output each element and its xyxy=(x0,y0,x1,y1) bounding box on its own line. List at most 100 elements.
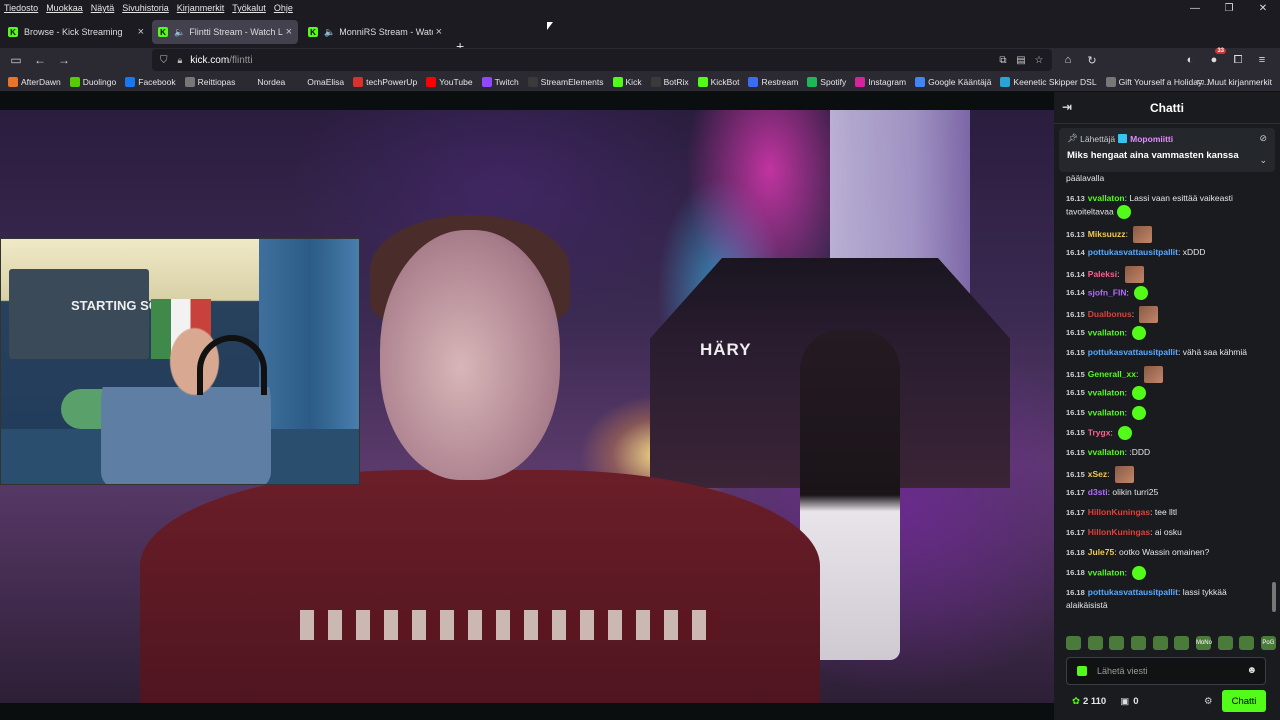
message-username[interactable]: sjofn_FIN xyxy=(1088,287,1127,297)
message-username[interactable]: pottukasvattausitpallit xyxy=(1088,347,1178,357)
forward-icon[interactable]: → xyxy=(52,48,76,72)
message-username[interactable]: HillonKuningas xyxy=(1088,527,1150,537)
message-username[interactable]: Miksuuzz xyxy=(1088,229,1126,239)
menu-item[interactable]: Muokkaa xyxy=(46,3,83,13)
menu-item[interactable]: Näytä xyxy=(91,3,115,13)
bookmark-item[interactable]: techPowerUp xyxy=(353,76,417,87)
account-icon[interactable]: ◐ xyxy=(1178,54,1202,66)
bookmark-item[interactable]: OmaElisa xyxy=(294,76,344,87)
message-username[interactable]: vvallaton xyxy=(1088,407,1125,417)
pinned-message[interactable]: 📌︎ Lähettäjä Mopomiitti Miks hengaat ain… xyxy=(1059,128,1275,172)
message-text: tee lltl xyxy=(1154,507,1178,517)
bookmark-item[interactable]: Facebook xyxy=(125,76,176,87)
speaker-icon[interactable]: 🔈 xyxy=(174,27,185,38)
tab-flintti[interactable]: K 🔈 Flintti Stream - Watch Live on × xyxy=(152,20,298,44)
message-username[interactable]: vvallaton xyxy=(1088,327,1125,337)
bookmark-label: KickBot xyxy=(710,76,740,87)
close-tab-icon[interactable]: × xyxy=(286,26,292,38)
speaker-icon[interactable]: 🔈 xyxy=(324,27,335,38)
quick-emote-icon[interactable] xyxy=(1174,636,1190,650)
home-icon[interactable]: ⌂ xyxy=(1056,54,1080,66)
bookmark-item[interactable]: Restream xyxy=(748,76,798,87)
emoji-icon[interactable]: ☻ xyxy=(1246,665,1257,676)
bookmark-item[interactable]: StreamElements xyxy=(527,76,604,87)
bookmark-item[interactable]: Gift Yourself a Holiday... xyxy=(1105,76,1209,87)
quick-emote-icon[interactable] xyxy=(1066,636,1081,650)
chat-scrollbar[interactable] xyxy=(1272,582,1276,612)
bookmark-star-icon[interactable]: ☆ xyxy=(1030,55,1048,66)
message-username[interactable]: Dualbonus xyxy=(1088,309,1132,319)
bookmark-item[interactable]: YouTube xyxy=(426,76,473,87)
quick-emote-icon[interactable] xyxy=(1239,636,1255,650)
close-window-icon[interactable]: ✕ xyxy=(1246,0,1280,16)
chat-input-box[interactable]: ☻ xyxy=(1066,657,1266,685)
bookmark-item[interactable]: Spotify xyxy=(807,76,846,87)
quick-emote-icon[interactable] xyxy=(1109,636,1125,650)
menu-item[interactable]: Kirjanmerkit xyxy=(177,3,225,13)
message-username[interactable]: vvallaton xyxy=(1088,567,1125,577)
chevron-down-icon[interactable]: ⌄ xyxy=(1259,155,1267,166)
back-icon[interactable]: ← xyxy=(28,48,52,72)
gear-icon[interactable]: ⚙ xyxy=(1204,696,1213,707)
message-username[interactable]: Trygx xyxy=(1088,427,1111,437)
url-bar[interactable]: ⛉ 🔒︎ kick.com/flintti ⧉ ▤ ☆ xyxy=(152,49,1052,71)
pinned-user[interactable]: Mopomiitti xyxy=(1130,134,1173,144)
message-username[interactable]: Paleksi xyxy=(1088,269,1117,279)
bookmark-item[interactable]: Instagram xyxy=(855,76,906,87)
message-username[interactable]: vvallaton xyxy=(1088,447,1125,457)
message-username[interactable]: vvallaton xyxy=(1088,387,1125,397)
extension-badge-icon[interactable]: ● 33 xyxy=(1202,48,1226,66)
reader-view-icon[interactable]: ▤ xyxy=(1012,55,1030,66)
menu-item[interactable]: Sivuhistoria xyxy=(122,3,169,13)
shield-icon[interactable]: ⛉ xyxy=(160,55,168,66)
menu-item[interactable]: Ohje xyxy=(274,3,293,13)
bookmark-item[interactable]: Nordea xyxy=(244,76,285,87)
hide-pin-icon[interactable]: ⊘ xyxy=(1259,133,1267,144)
message-username[interactable]: pottukasvattausitpallit xyxy=(1088,587,1178,597)
tab-browse[interactable]: K Browse - Kick Streaming × xyxy=(2,20,150,44)
message-username[interactable]: Jule75 xyxy=(1088,547,1114,557)
tab-monnirs[interactable]: K 🔈 MonniRS Stream - Watch Li × xyxy=(302,20,448,44)
bookmark-item[interactable]: Duolingo xyxy=(69,76,116,87)
bookmark-item[interactable]: Kick xyxy=(612,76,642,87)
kicks-icon[interactable]: ✿ xyxy=(1072,696,1080,707)
extensions-icon[interactable]: ⧠ xyxy=(1226,54,1250,67)
bookmark-item[interactable]: AfterDawn xyxy=(8,76,61,87)
send-chat-button[interactable]: Chatti xyxy=(1222,690,1266,712)
message-username[interactable]: xSez xyxy=(1088,469,1107,479)
quick-emote-icon[interactable] xyxy=(1087,636,1103,650)
other-bookmarks[interactable]: ▭ Muut kirjanmerkit xyxy=(1196,76,1272,87)
menu-icon[interactable]: ≡ xyxy=(1250,54,1274,66)
reload-icon[interactable]: ↻ xyxy=(1080,54,1104,67)
quick-emote-icon[interactable] xyxy=(1217,636,1233,650)
picture-in-picture-icon[interactable]: ⧉ xyxy=(994,55,1012,66)
close-tab-icon[interactable]: × xyxy=(138,26,144,38)
minimize-icon[interactable]: — xyxy=(1178,0,1212,16)
bookmark-item[interactable]: Keenetic Skipper DSL xyxy=(1000,76,1097,87)
quick-emote-icon[interactable] xyxy=(1130,636,1146,650)
lock-icon[interactable]: 🔒︎ xyxy=(178,55,183,66)
quick-emote-icon[interactable] xyxy=(1152,636,1168,650)
menu-item[interactable]: Tiedosto xyxy=(4,3,38,13)
message-username[interactable]: vvallaton xyxy=(1088,193,1125,203)
collapse-chat-icon[interactable]: ⇥ xyxy=(1062,100,1072,114)
bookmark-item[interactable]: Reittiopas xyxy=(184,76,235,87)
message-username[interactable]: HillonKuningas xyxy=(1088,507,1150,517)
sidebar-toggle-icon[interactable]: ▭ xyxy=(4,48,28,72)
chat-input[interactable] xyxy=(1097,666,1237,676)
message-username[interactable]: pottukasvattausitpallit xyxy=(1088,247,1178,257)
bookmark-item[interactable]: Google Kääntäjä xyxy=(915,76,991,87)
bookmark-item[interactable]: BotRix xyxy=(650,76,689,87)
bookmark-item[interactable]: Twitch xyxy=(481,76,519,87)
quick-emote-icon[interactable]: MoNo xyxy=(1195,636,1212,650)
message-username[interactable]: Generall_xx xyxy=(1088,369,1136,379)
bookmark-item[interactable]: KickBot xyxy=(697,76,740,87)
message-username[interactable]: d3sti xyxy=(1088,487,1108,497)
tab-strip: K Browse - Kick Streaming × K 🔈 Flintti … xyxy=(0,16,1280,54)
close-tab-icon[interactable]: × xyxy=(436,26,442,38)
restore-icon[interactable]: ❐ xyxy=(1212,0,1246,16)
message-time: 16.15 xyxy=(1066,309,1085,319)
quick-emote-icon[interactable]: PoG xyxy=(1260,636,1276,650)
menu-item[interactable]: Työkalut xyxy=(232,3,266,13)
gift-box-icon[interactable]: ▣ xyxy=(1120,696,1129,707)
